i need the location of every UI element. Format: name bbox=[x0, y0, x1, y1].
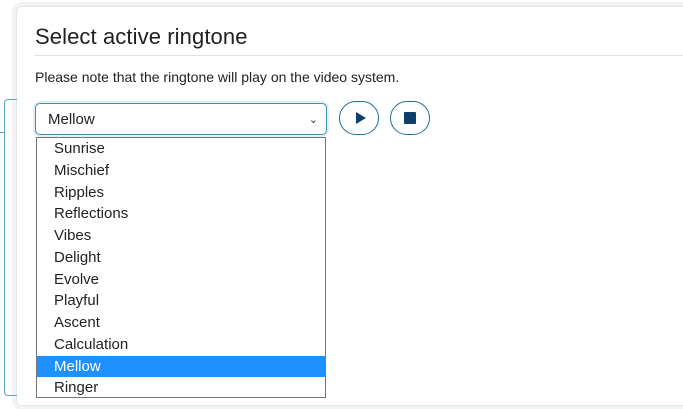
ringtone-select[interactable]: Mellow ⌄ bbox=[35, 103, 327, 135]
stop-button[interactable] bbox=[390, 101, 430, 135]
info-note: Please note that the ringtone will play … bbox=[35, 69, 400, 85]
option-mischief[interactable]: Mischief bbox=[37, 160, 325, 182]
option-delight[interactable]: Delight bbox=[37, 247, 325, 269]
option-ascent[interactable]: Ascent bbox=[37, 312, 325, 334]
ringtone-options-list: Sunrise Mischief Ripples Reflections Vib… bbox=[36, 137, 326, 398]
option-calculation[interactable]: Calculation bbox=[37, 334, 325, 356]
option-evolve[interactable]: Evolve bbox=[37, 269, 325, 291]
option-mellow[interactable]: Mellow bbox=[37, 355, 325, 378]
option-sunrise[interactable]: Sunrise bbox=[37, 138, 325, 160]
play-button[interactable] bbox=[339, 101, 379, 135]
play-icon bbox=[355, 112, 366, 124]
chevron-down-icon: ⌄ bbox=[308, 114, 318, 126]
stop-icon bbox=[404, 112, 416, 124]
page-title: Select active ringtone bbox=[35, 24, 248, 49]
option-ripples[interactable]: Ripples bbox=[37, 182, 325, 204]
option-vibes[interactable]: Vibes bbox=[37, 225, 325, 247]
option-playful[interactable]: Playful bbox=[37, 290, 325, 312]
ringtone-select-value: Mellow bbox=[48, 110, 95, 128]
option-ringer[interactable]: Ringer bbox=[37, 377, 325, 399]
focus-bracket-tick bbox=[0, 132, 5, 133]
focus-bracket bbox=[4, 99, 17, 396]
option-reflections[interactable]: Reflections bbox=[37, 203, 325, 225]
title-divider bbox=[35, 55, 683, 56]
